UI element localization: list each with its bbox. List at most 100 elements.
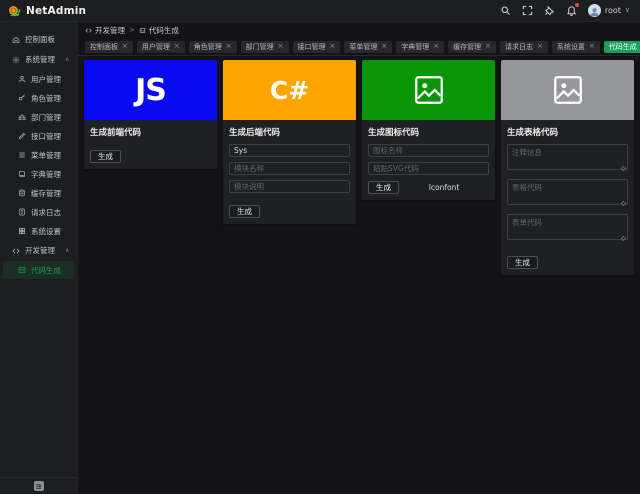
snail-icon xyxy=(9,6,21,17)
user-icon xyxy=(19,76,25,83)
iconfont-link[interactable]: Iconfont xyxy=(399,183,489,192)
sidebar-item-dashboard[interactable]: 控制面板 xyxy=(3,30,74,49)
breadcrumb: 开发管理 > 代码生成 xyxy=(78,22,640,38)
logo[interactable]: NetAdmin xyxy=(8,4,86,17)
icon-banner xyxy=(362,60,495,120)
card-table-code: 生成表格代码 生成 xyxy=(501,60,634,275)
bell-icon[interactable] xyxy=(566,2,580,16)
svg-code-input[interactable] xyxy=(368,162,489,175)
content-area: JS 生成前端代码 生成 C# 生成后端代码 Sys 模块名称 模块说明 生成 … xyxy=(78,56,640,494)
namespace-input[interactable] xyxy=(229,144,350,157)
sidebar-group-system[interactable]: 系统管理 ∧ xyxy=(3,50,74,69)
chevron-up-icon: ∧ xyxy=(65,247,70,254)
tab-dashboard[interactable]: 控制面板 × xyxy=(85,40,133,53)
tab-dictionary[interactable]: 字典管理 × xyxy=(396,40,445,53)
dashboard-icon xyxy=(12,36,20,43)
sidebar: 控制面板 系统管理 ∧ 用户管理 角色管理 部门管理 接口管理 菜单管理 字典管… xyxy=(0,22,78,494)
tab-cache[interactable]: 缓存管理 × xyxy=(448,40,496,53)
js-banner: JS xyxy=(84,60,217,120)
card-title: 生成后端代码 xyxy=(229,128,281,138)
card-title: 生成前端代码 xyxy=(90,128,142,138)
csharp-banner: C# xyxy=(223,60,356,120)
sidebar-footer xyxy=(0,477,77,494)
app-title: NetAdmin xyxy=(26,4,87,17)
sidebar-item-api[interactable]: 接口管理 xyxy=(3,127,74,145)
collapse-sidebar-icon[interactable] xyxy=(33,481,44,491)
sidebar-item-users[interactable]: 用户管理 xyxy=(3,70,74,88)
module-name-input[interactable] xyxy=(229,162,350,175)
js-logo: JS xyxy=(135,72,167,108)
codegen-icon xyxy=(18,267,26,273)
close-icon[interactable]: × xyxy=(381,43,387,50)
search-icon[interactable] xyxy=(500,5,511,16)
form-code-textarea[interactable] xyxy=(507,214,628,240)
chevron-up-icon: ∧ xyxy=(65,56,70,63)
sidebar-item-system-settings[interactable]: 系统设置 xyxy=(3,222,74,240)
card-backend-code: C# 生成后端代码 生成 xyxy=(223,60,356,224)
breadcrumb-separator-icon: > xyxy=(129,26,135,34)
csharp-logo: C# xyxy=(269,75,310,105)
avatar xyxy=(587,4,601,17)
generate-backend-button[interactable]: 生成 xyxy=(229,205,260,218)
card-title: 生成图标代码 xyxy=(368,128,420,138)
sidebar-item-request-logs[interactable]: 请求日志 xyxy=(3,203,74,221)
chevron-down-icon: ∨ xyxy=(624,6,630,14)
tab-system-settings[interactable]: 系统设置 × xyxy=(551,40,600,53)
tab-users[interactable]: 用户管理 × xyxy=(136,40,185,53)
module-description-input[interactable] xyxy=(229,180,350,193)
sidebar-group-development[interactable]: 开发管理 ∧ xyxy=(3,241,74,260)
api-icon xyxy=(18,132,26,140)
card-icon-code: 生成图标代码 生成 Iconfont xyxy=(362,60,495,200)
image-icon xyxy=(414,76,443,104)
menu-icon xyxy=(19,152,25,158)
close-icon[interactable]: × xyxy=(485,43,491,50)
close-icon[interactable]: × xyxy=(174,43,180,50)
code-icon xyxy=(85,28,92,32)
sidebar-item-dictionary[interactable]: 字典管理 xyxy=(3,165,74,183)
image-icon xyxy=(553,76,582,104)
gear-icon xyxy=(12,56,20,63)
sidebar-item-cache[interactable]: 缓存管理 xyxy=(3,184,74,202)
close-icon[interactable]: × xyxy=(278,43,284,50)
close-icon[interactable]: × xyxy=(537,43,543,50)
log-icon xyxy=(19,208,25,216)
tab-request-logs[interactable]: 请求日志 × xyxy=(500,40,548,53)
sidebar-item-departments[interactable]: 部门管理 xyxy=(3,108,74,126)
generate-icon-button[interactable]: 生成 xyxy=(368,181,399,194)
breadcrumb-parent[interactable]: 开发管理 xyxy=(85,25,125,36)
settings-icon xyxy=(19,228,25,234)
fullscreen-icon[interactable] xyxy=(522,5,533,16)
code-icon xyxy=(12,248,20,253)
table-code-textarea[interactable] xyxy=(507,179,628,205)
card-title: 生成表格代码 xyxy=(507,128,559,138)
tab-menus[interactable]: 菜单管理 × xyxy=(344,40,393,53)
codegen-icon xyxy=(139,27,146,33)
tab-roles[interactable]: 角色管理 × xyxy=(188,40,237,53)
close-icon[interactable]: × xyxy=(589,43,595,50)
role-icon xyxy=(19,94,25,101)
close-icon[interactable]: × xyxy=(122,43,128,50)
breadcrumb-current[interactable]: 代码生成 xyxy=(139,25,179,36)
icon-name-input[interactable] xyxy=(368,144,489,157)
topbar: NetAdmin root ∨ xyxy=(0,0,640,22)
table-banner xyxy=(501,60,634,120)
user-menu[interactable]: root ∨ xyxy=(587,4,630,17)
close-icon[interactable]: × xyxy=(433,43,439,50)
tab-codegen[interactable]: 代码生成× xyxy=(603,40,640,53)
comment-info-textarea[interactable] xyxy=(507,144,628,170)
sidebar-item-roles[interactable]: 角色管理 xyxy=(3,89,74,107)
close-icon[interactable]: × xyxy=(330,43,336,50)
notification-badge xyxy=(573,2,580,8)
sidebar-item-codegen[interactable]: 代码生成 xyxy=(3,261,74,279)
pin-icon[interactable] xyxy=(544,5,555,16)
cache-icon xyxy=(19,189,25,197)
generate-table-button[interactable]: 生成 xyxy=(507,256,538,269)
tab-departments[interactable]: 部门管理 × xyxy=(240,40,289,53)
tab-bar: 控制面板 × 用户管理 × 角色管理 × 部门管理 × 接口管理 × 菜单管理 × 字典管理… xyxy=(78,38,640,56)
department-icon xyxy=(18,114,26,120)
tab-api[interactable]: 接口管理 × xyxy=(292,40,341,53)
sidebar-item-menus[interactable]: 菜单管理 xyxy=(3,146,74,164)
generate-frontend-button[interactable]: 生成 xyxy=(90,150,121,163)
close-icon[interactable]: × xyxy=(226,43,232,50)
username: root xyxy=(604,6,621,15)
